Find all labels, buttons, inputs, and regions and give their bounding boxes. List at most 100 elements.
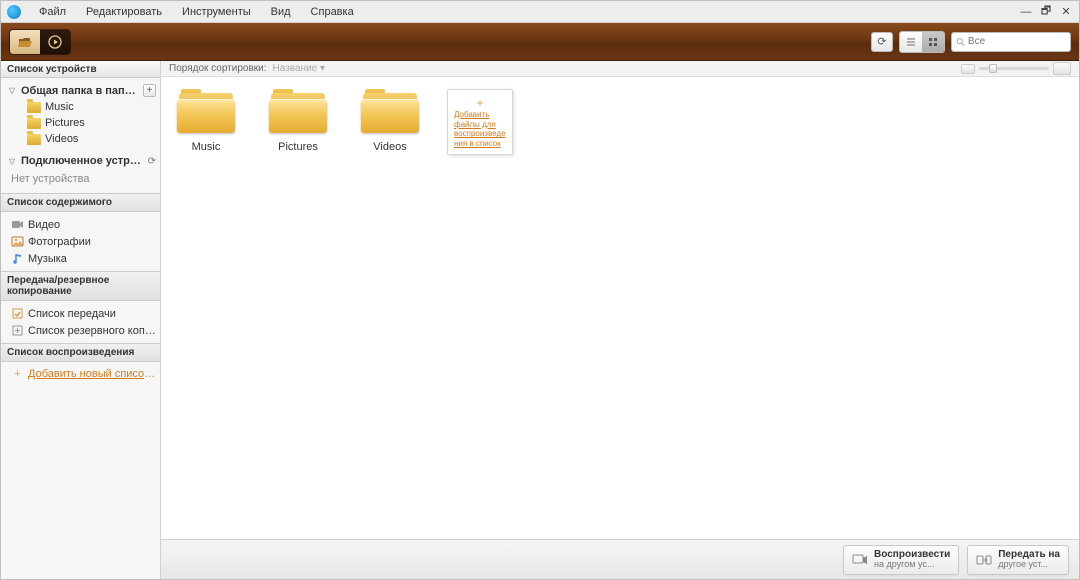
transfer-header: Передача/резервное копирование: [1, 271, 160, 301]
library-mode-button[interactable]: [10, 30, 40, 54]
search-icon: [956, 37, 965, 47]
body: Список устройств ▽ Общая папка в папке "…: [1, 61, 1079, 579]
menubar: Файл Редактировать Инструменты Вид Справ…: [1, 1, 1079, 23]
triangle-down-icon: ▽: [9, 86, 17, 95]
connected-device-label: Подключенное устройство...: [21, 155, 144, 167]
content-list: Видео Фотографии Музыка: [1, 212, 160, 271]
window-minimize-button[interactable]: —: [1019, 6, 1033, 18]
shared-child-pictures[interactable]: Pictures: [1, 115, 160, 131]
main: Порядок сортировки: Название ▾ Music: [161, 61, 1079, 579]
player-mode-button[interactable]: [40, 30, 70, 54]
play-button-line2: на другом ус...: [874, 560, 950, 570]
shared-folder-node[interactable]: ▽ Общая папка в папке "Мой... +: [1, 82, 160, 99]
play-button-text: Воспроизвести на другом ус...: [874, 549, 950, 570]
add-playlist-link[interactable]: Добавить новый список воспр...: [28, 368, 156, 380]
view-toggle: [899, 31, 945, 53]
folder-icon: [27, 134, 41, 145]
cast-play-icon: [852, 554, 868, 566]
shared-child-music[interactable]: Music: [1, 99, 160, 115]
folder-item-videos[interactable]: Videos: [355, 89, 425, 153]
search-box[interactable]: [951, 32, 1071, 52]
shared-child-label: Music: [45, 101, 156, 113]
window-close-button[interactable]: ✕: [1059, 5, 1073, 18]
transfer-button-text: Передать на другое уст...: [998, 549, 1060, 570]
footer: Воспроизвести на другом ус... Передать н…: [161, 539, 1079, 579]
folder-label: Pictures: [263, 141, 333, 153]
folder-open-icon: [18, 36, 32, 48]
search-input[interactable]: [968, 36, 1066, 47]
menu-view[interactable]: Вид: [261, 6, 301, 18]
sort-value: Название: [273, 63, 318, 74]
content-item-label: Видео: [28, 219, 156, 231]
transfer-item-label: Список передачи: [28, 308, 156, 320]
mode-toggle: [9, 29, 71, 55]
refresh-icon[interactable]: ⟳: [148, 156, 156, 167]
transfer-list: Список передачи Список резервного копир.…: [1, 301, 160, 343]
toolbar-right: ⟳: [871, 31, 1071, 53]
content-item-music[interactable]: Музыка: [1, 250, 160, 267]
play-on-device-button[interactable]: Воспроизвести на другом ус...: [843, 545, 959, 575]
app-window: Файл Редактировать Инструменты Вид Справ…: [0, 0, 1080, 580]
zoom-large-icon[interactable]: [1053, 62, 1071, 75]
zoom-thumb[interactable]: [989, 64, 997, 73]
toolbar: ⟳: [1, 23, 1079, 61]
triangle-down-icon: ▽: [9, 157, 17, 166]
add-files-link[interactable]: Добавить файлы для воспроизведения в спи…: [454, 110, 506, 148]
menu-help[interactable]: Справка: [301, 6, 364, 18]
folder-icon: [361, 89, 419, 133]
content-list-header: Список содержимого: [1, 193, 160, 212]
folder-icon: [27, 118, 41, 129]
backup-list-icon: [11, 324, 24, 337]
filter-bar: Порядок сортировки: Название ▾: [161, 61, 1079, 77]
transfer-item-send[interactable]: Список передачи: [1, 305, 160, 322]
add-folder-button[interactable]: +: [143, 84, 156, 97]
playlists-header: Список воспроизведения: [1, 343, 160, 362]
shared-child-videos[interactable]: Videos: [1, 131, 160, 147]
connected-device-node[interactable]: ▽ Подключенное устройство... ⟳: [1, 153, 160, 169]
folder-grid: Music Pictures Videos + Добавить файлы д…: [161, 77, 1079, 539]
chevron-down-icon: ▾: [320, 63, 325, 74]
menu-tools[interactable]: Инструменты: [172, 6, 261, 18]
plus-icon: +: [11, 368, 24, 380]
zoom-control: [961, 62, 1071, 75]
menu-edit[interactable]: Редактировать: [76, 6, 172, 18]
menu-file[interactable]: Файл: [29, 6, 76, 18]
video-icon: [11, 218, 24, 231]
transfer-item-backup[interactable]: Список резервного копир...: [1, 322, 160, 339]
content-item-video[interactable]: Видео: [1, 216, 160, 233]
view-list-button[interactable]: [900, 32, 922, 52]
folder-icon: [269, 89, 327, 133]
refresh-button[interactable]: ⟳: [871, 32, 893, 52]
sidebar-title: Список устройств: [1, 61, 160, 78]
transfer-to-device-button[interactable]: Передать на другое уст...: [967, 545, 1069, 575]
window-maximize-button[interactable]: 🗗: [1039, 2, 1053, 21]
list-icon: [906, 37, 916, 47]
content-item-label: Фотографии: [28, 236, 156, 248]
sort-label: Порядок сортировки:: [169, 63, 267, 74]
folder-item-music[interactable]: Music: [171, 89, 241, 153]
photo-icon: [11, 235, 24, 248]
add-files-card[interactable]: + Добавить файлы для воспроизведения в с…: [447, 89, 513, 155]
folder-item-pictures[interactable]: Pictures: [263, 89, 333, 153]
grid-icon: [928, 37, 938, 47]
folder-icon: [27, 102, 41, 113]
refresh-icon: ⟳: [877, 35, 886, 48]
music-icon: [11, 252, 24, 265]
zoom-slider[interactable]: [979, 67, 1049, 70]
view-grid-button[interactable]: [922, 32, 944, 52]
content-item-photos[interactable]: Фотографии: [1, 233, 160, 250]
transfer-button-line2: другое уст...: [998, 560, 1060, 570]
folder-icon: [177, 89, 235, 133]
sidebar: Список устройств ▽ Общая папка в папке "…: [1, 61, 161, 579]
device-tree: ▽ Общая папка в папке "Мой... + Music Pi…: [1, 78, 160, 193]
sort-dropdown[interactable]: Название ▾: [273, 63, 326, 74]
playlists: + Добавить новый список воспр...: [1, 362, 160, 386]
sidebar-title-label: Список устройств: [7, 64, 97, 75]
transfer-icon: [976, 554, 992, 566]
no-device-label: Нет устройства: [1, 169, 160, 189]
zoom-small-icon[interactable]: [961, 64, 975, 74]
transfer-list-icon: [11, 307, 24, 320]
add-playlist-row[interactable]: + Добавить новый список воспр...: [1, 366, 160, 382]
shared-folder-label: Общая папка в папке "Мой...: [21, 85, 139, 97]
play-circle-icon: [48, 35, 62, 49]
